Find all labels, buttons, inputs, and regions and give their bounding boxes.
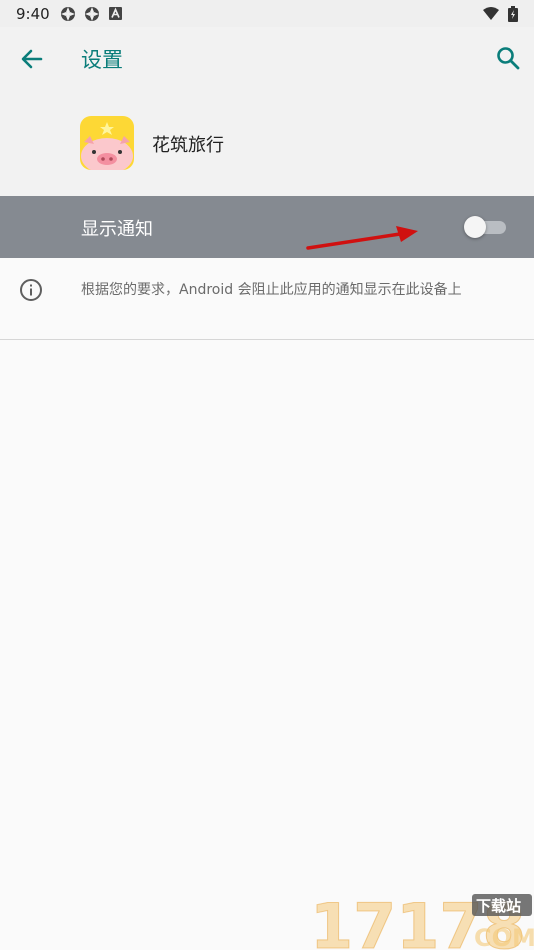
app-bar: 设置 [0,27,534,89]
search-icon[interactable] [494,44,522,72]
watermark-domain: COM [474,924,534,950]
back-arrow-icon[interactable] [18,45,46,73]
info-text: 根据您的要求，Android 会阻止此应用的通知显示在此设备上 [81,282,462,298]
notifications-switch[interactable] [464,216,508,238]
switch-thumb [464,216,486,238]
show-notifications-label: 显示通知 [81,219,153,240]
status-bar: 9:40 [0,0,534,27]
watermark-badge: 下载站 [476,897,521,915]
info-row: 根据您的要求，Android 会阻止此应用的通知显示在此设备上 [0,258,534,340]
site-watermark: 17178 下载站 COM [310,890,534,950]
info-icon [20,279,42,301]
app-name: 花筑旅行 [152,135,224,156]
app-header: 花筑旅行 [0,89,534,196]
page-title: 设置 [81,48,123,72]
show-notifications-row[interactable]: 显示通知 [0,196,534,258]
notification-app-icon [61,7,75,21]
wifi-icon [483,7,499,20]
red-pointer-arrow-icon [306,226,418,250]
notification-app-icon [85,7,99,21]
a-letter-icon [109,7,122,20]
status-time: 9:40 [16,5,50,23]
battery-icon [508,6,518,22]
pig-app-logo-icon [80,116,134,170]
